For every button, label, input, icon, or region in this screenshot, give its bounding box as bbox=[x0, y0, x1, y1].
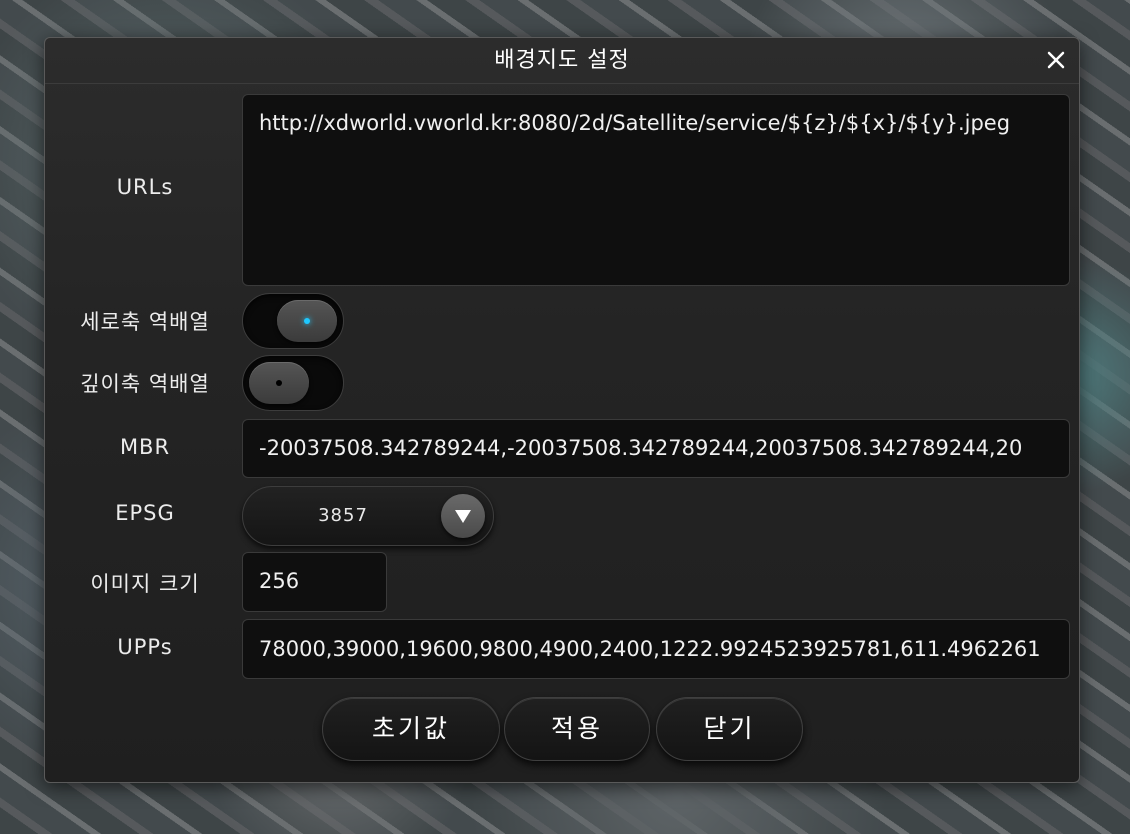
mbr-input[interactable]: -20037508.342789244,-20037508.342789244,… bbox=[242, 419, 1070, 478]
invert-z-toggle[interactable] bbox=[242, 355, 344, 411]
close-button[interactable]: 닫기 bbox=[656, 697, 803, 761]
urls-textarea[interactable]: http://xdworld.vworld.kr:8080/2d/Satelli… bbox=[242, 94, 1070, 286]
epsg-label: EPSG bbox=[115, 501, 175, 525]
invert-z-label: 깊이축 역배열 bbox=[80, 372, 210, 396]
upps-label: UPPs bbox=[117, 635, 173, 659]
urls-value: http://xdworld.vworld.kr:8080/2d/Satelli… bbox=[259, 111, 1011, 135]
upps-input[interactable]: 78000,39000,19600,9800,4900,2400,1222.99… bbox=[242, 619, 1070, 679]
image-size-input[interactable]: 256 bbox=[242, 552, 387, 612]
invert-y-toggle-knob[interactable] bbox=[277, 300, 337, 342]
invert-y-toggle[interactable] bbox=[242, 293, 344, 349]
basemap-settings-dialog: 배경지도 설정 URLs http://xdworld.vworld.kr:80… bbox=[44, 37, 1080, 783]
dialog-title: 배경지도 설정 bbox=[494, 48, 630, 73]
triangle-down-icon[interactable] bbox=[441, 494, 485, 538]
invert-z-toggle-knob[interactable] bbox=[249, 362, 309, 404]
invert-y-label: 세로축 역배열 bbox=[80, 310, 210, 334]
toggle-indicator-icon bbox=[304, 318, 310, 324]
image-size-label: 이미지 크기 bbox=[90, 572, 200, 596]
mbr-label: MBR bbox=[119, 435, 171, 459]
urls-label: URLs bbox=[116, 175, 174, 199]
epsg-select[interactable]: 3857 bbox=[242, 486, 494, 546]
epsg-selected-value: 3857 bbox=[318, 505, 368, 526]
toggle-indicator-icon bbox=[276, 380, 282, 386]
close-icon[interactable] bbox=[1043, 47, 1069, 73]
apply-button[interactable]: 적용 bbox=[504, 697, 650, 761]
reset-button[interactable]: 초기값 bbox=[322, 697, 500, 761]
dialog-titlebar[interactable]: 배경지도 설정 bbox=[45, 38, 1079, 84]
